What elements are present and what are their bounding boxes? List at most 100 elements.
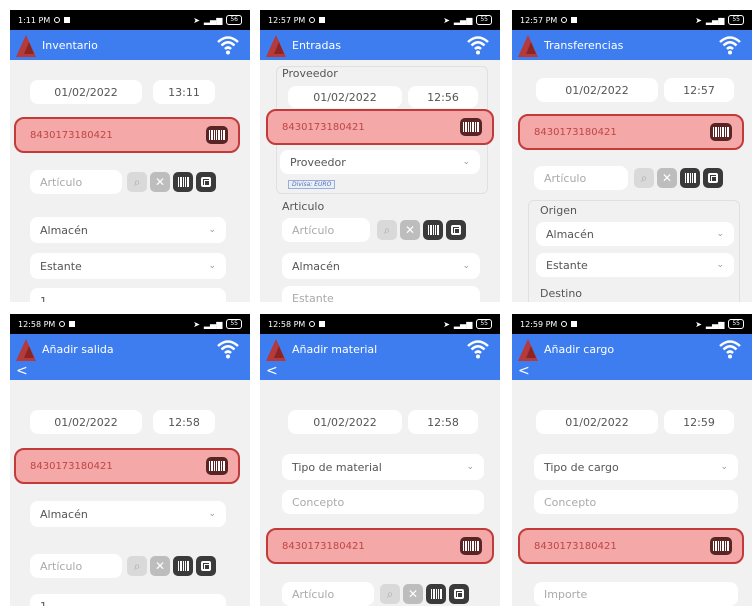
chevron-down-icon: ⌄: [208, 225, 216, 235]
estante-select[interactable]: Estante ⌄: [30, 253, 226, 279]
barcode-icon[interactable]: [206, 126, 228, 144]
wifi-icon: [719, 36, 741, 55]
status-bar: 12:58 PM ➤ ▂▄▆ 55: [10, 314, 250, 334]
time-field[interactable]: 12:56: [408, 86, 478, 108]
barcode-scan-icon[interactable]: [173, 172, 193, 192]
articulo-input[interactable]: Artículo: [30, 170, 122, 194]
concepto-input[interactable]: Concepto: [282, 490, 484, 514]
tipo-material-select[interactable]: Tipo de material ⌄: [282, 454, 484, 480]
logo-icon: [10, 334, 40, 364]
date-field[interactable]: 01/02/2022: [536, 410, 658, 434]
page-title: Añadir material: [292, 342, 378, 356]
app-bar: Inventario: [10, 30, 250, 60]
barcode-icon[interactable]: [460, 118, 482, 136]
scan-icon[interactable]: [446, 220, 466, 240]
app-bar: Añadir material: [260, 334, 500, 364]
estante-select[interactable]: Estante ⌄: [536, 253, 734, 277]
barcode-icon[interactable]: [710, 537, 732, 555]
articulo-input[interactable]: Artículo: [30, 554, 122, 578]
time-field[interactable]: 12:58: [408, 410, 478, 434]
battery-indicator: 56: [226, 15, 242, 25]
scan-icon[interactable]: [449, 584, 469, 604]
cantidad-input[interactable]: 1: [30, 594, 226, 606]
tipo-cargo-select[interactable]: Tipo de cargo ⌄: [534, 454, 738, 480]
barcode-icon[interactable]: [460, 537, 482, 555]
page-title: Entradas: [292, 38, 341, 52]
clear-icon[interactable]: ✕: [400, 220, 420, 240]
chevron-down-icon: ⌄: [466, 462, 474, 472]
back-arrow-icon[interactable]: <: [512, 364, 752, 380]
barcode-scan-icon[interactable]: [426, 584, 446, 604]
barcode-input[interactable]: 8430173180421: [518, 528, 744, 564]
page-title: Transferencias: [544, 38, 624, 52]
date-field[interactable]: 01/02/2022: [30, 410, 142, 434]
search-icon[interactable]: ⌕: [127, 556, 147, 576]
chevron-down-icon: ⌄: [208, 509, 216, 519]
barcode-scan-icon[interactable]: [173, 556, 193, 576]
clear-icon[interactable]: ✕: [150, 556, 170, 576]
search-icon[interactable]: ⌕: [127, 172, 147, 192]
panel-inventario: 1:11 PM ➤ ▂▄▆ 56 Inventario 01/02/2022 13:…: [10, 10, 250, 302]
date-field[interactable]: 01/02/2022: [288, 86, 402, 108]
clear-icon[interactable]: ✕: [403, 584, 423, 604]
proveedor-label: Proveedor: [282, 67, 338, 80]
almacen-select[interactable]: Almacén ⌄: [30, 217, 226, 243]
concepto-input[interactable]: Concepto: [534, 490, 738, 514]
scan-icon[interactable]: [196, 172, 216, 192]
almacen-select[interactable]: Almacén ⌄: [536, 222, 734, 246]
articulo-label: Articulo: [282, 200, 325, 213]
time-field[interactable]: 12:58: [153, 410, 215, 434]
almacen-select[interactable]: Almacén ⌄: [282, 253, 480, 279]
barcode-input[interactable]: 8430173180421: [14, 448, 240, 484]
clear-icon[interactable]: ✕: [150, 172, 170, 192]
clear-icon[interactable]: ✕: [657, 168, 677, 188]
wifi-icon: [467, 36, 489, 55]
logo-icon: [512, 30, 542, 60]
chevron-down-icon: ⌄: [716, 229, 724, 239]
articulo-input[interactable]: Artículo: [282, 582, 374, 606]
time-field[interactable]: 12:59: [664, 410, 734, 434]
wifi-icon: [217, 340, 239, 359]
barcode-scan-icon[interactable]: [423, 220, 443, 240]
barcode-input[interactable]: 8430173180421: [14, 117, 240, 153]
back-arrow-icon[interactable]: <: [260, 364, 500, 380]
app-bar: Añadir salida: [10, 334, 250, 364]
chevron-down-icon: ⌄: [462, 261, 470, 271]
search-icon[interactable]: ⌕: [380, 584, 400, 604]
importe-input[interactable]: Importe: [534, 582, 738, 606]
time-field[interactable]: 12:57: [664, 78, 734, 102]
barcode-scan-icon[interactable]: [680, 168, 700, 188]
status-bar: 1:11 PM ➤ ▂▄▆ 56: [10, 10, 250, 30]
barcode-icon[interactable]: [710, 123, 732, 141]
scan-icon[interactable]: [703, 168, 723, 188]
articulo-input[interactable]: Artículo: [534, 166, 628, 190]
barcode-input[interactable]: 8430173180421: [266, 109, 494, 145]
articulo-input[interactable]: Artículo: [282, 218, 370, 242]
almacen-select[interactable]: Almacén ⌄: [30, 501, 226, 527]
page-title: Inventario: [42, 38, 98, 52]
date-field[interactable]: 01/02/2022: [536, 78, 658, 102]
barcode-icon[interactable]: [206, 457, 228, 475]
search-icon[interactable]: ⌕: [377, 220, 397, 240]
date-field[interactable]: 01/02/2022: [288, 410, 402, 434]
chevron-down-icon: ⌄: [462, 157, 470, 167]
scan-icon[interactable]: [196, 556, 216, 576]
back-arrow-icon[interactable]: <: [10, 364, 250, 380]
estante-select[interactable]: Estante: [282, 286, 480, 302]
panel-entradas: 12:57 PM ➤ ▂▄▆ 55 Entradas Proveedor 01/02…: [260, 10, 500, 302]
proveedor-select[interactable]: Proveedor ⌄: [280, 150, 480, 174]
chevron-down-icon: ⌄: [716, 260, 724, 270]
app-bar: Transferencias: [512, 30, 752, 60]
barcode-input[interactable]: 8430173180421: [266, 528, 494, 564]
time-field[interactable]: 13:11: [153, 80, 215, 104]
wifi-icon: [719, 340, 741, 359]
cantidad-input[interactable]: 1: [30, 288, 226, 302]
date-field[interactable]: 01/02/2022: [30, 80, 142, 104]
wifi-icon: [217, 36, 239, 55]
page-title: Añadir cargo: [544, 342, 615, 356]
panel-anadir-material: 12:58 PM ➤ ▂▄▆ 55 Añadir material < 01/02/…: [260, 314, 500, 606]
panel-anadir-salida: 12:58 PM ➤ ▂▄▆ 55 Añadir salida < 01/02/20…: [10, 314, 250, 606]
barcode-input[interactable]: 8430173180421: [518, 114, 744, 150]
search-icon[interactable]: ⌕: [634, 168, 654, 188]
chevron-down-icon: ⌄: [720, 462, 728, 472]
